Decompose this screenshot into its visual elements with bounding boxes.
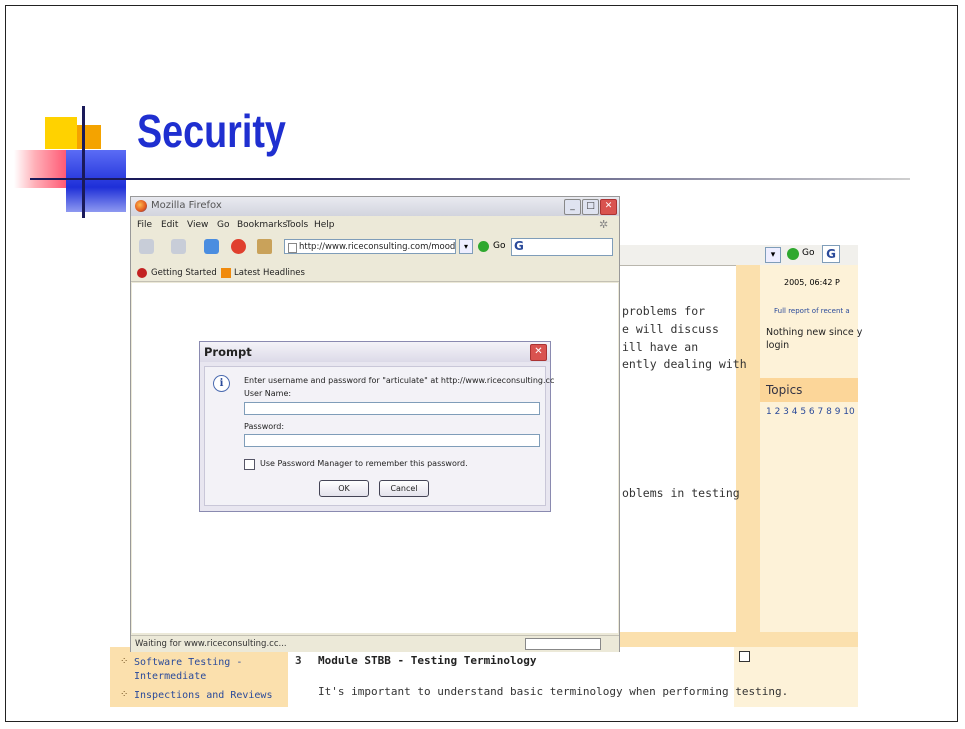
navigation-toolbar: http://www.riceconsulting.com/moodle/r ▾… <box>131 235 619 259</box>
firefox-title-bar[interactable]: Mozilla Firefox _ □ ✕ <box>131 197 619 216</box>
status-bar: Waiting for www.riceconsulting.cc... <box>131 635 619 652</box>
body-line: ill have an <box>622 340 699 354</box>
bookmarks-toolbar: Getting Started Latest Headlines <box>131 265 619 282</box>
menu-help[interactable]: Help <box>314 220 335 230</box>
background-sidebar-text: Full report of recent a Nothing new sinc… <box>760 265 862 633</box>
home-icon[interactable] <box>257 239 272 254</box>
background-search-logo-icon[interactable]: G <box>822 245 840 263</box>
remember-password-label: Use Password Manager to remember this pa… <box>260 459 468 468</box>
close-icon[interactable]: ✕ <box>600 199 617 215</box>
side-full-report-link[interactable]: Full report of recent a <box>774 307 850 315</box>
window-title: Mozilla Firefox <box>151 200 222 211</box>
menu-edit[interactable]: Edit <box>161 220 178 230</box>
progress-bar <box>525 638 601 650</box>
ok-button[interactable]: OK <box>319 480 369 497</box>
module-checkbox[interactable] <box>739 651 750 662</box>
prompt-title: Prompt <box>204 345 252 359</box>
bottom-bar <box>620 632 858 647</box>
side-nothing-new: Nothing new since y <box>766 327 863 338</box>
left-link[interactable]: Inspections and Reviews <box>134 690 272 701</box>
prompt-dialog: Prompt ✕ i Enter username and password f… <box>199 341 554 512</box>
getting-started-icon <box>137 268 147 278</box>
go-icon[interactable] <box>478 241 489 252</box>
body-line: problems for <box>622 304 706 318</box>
password-input[interactable] <box>244 434 540 447</box>
search-engine-logo-icon: G <box>514 239 524 253</box>
side-login: login <box>766 340 790 351</box>
username-input[interactable] <box>244 402 540 415</box>
menu-bar: File Edit View Go Bookmarks Tools Help ✲ <box>131 218 619 234</box>
remember-password-checkbox[interactable] <box>244 459 255 470</box>
background-go-label[interactable]: Go <box>802 248 814 258</box>
topics-numbers[interactable]: 1 2 3 4 5 6 7 8 9 10 <box>766 407 855 417</box>
search-box[interactable]: G <box>511 238 613 256</box>
left-link[interactable]: Software Testing - <box>134 657 242 668</box>
link-bullet-icon: ⁘ <box>120 689 129 700</box>
decor-blue-block <box>66 150 126 212</box>
decor-horizontal-line <box>30 178 910 180</box>
body-line: e will discuss <box>622 322 719 336</box>
decor-pink-block <box>14 150 66 188</box>
bookmark-latest-headlines[interactable]: Latest Headlines <box>234 268 305 278</box>
decor-vertical-line <box>82 106 85 218</box>
menu-bookmarks[interactable]: Bookmarks <box>237 220 287 230</box>
prompt-message: Enter username and password for "articul… <box>244 376 555 385</box>
throbber-icon: ✲ <box>599 218 609 231</box>
prompt-close-icon[interactable]: ✕ <box>530 344 547 361</box>
info-icon: i <box>213 375 230 392</box>
maximize-icon[interactable]: □ <box>582 199 599 215</box>
background-go-icon[interactable] <box>787 248 799 260</box>
left-link[interactable]: Intermediate <box>134 671 206 682</box>
menu-view[interactable]: View <box>187 220 208 230</box>
firefox-logo-icon <box>135 200 147 212</box>
topics-label: Topics <box>766 383 803 397</box>
minimize-icon[interactable]: _ <box>564 199 581 215</box>
menu-go[interactable]: Go <box>217 220 229 230</box>
rss-icon <box>221 268 231 278</box>
prompt-body: i Enter username and password for "artic… <box>204 366 554 506</box>
url-dropdown-icon[interactable]: ▾ <box>459 239 473 254</box>
slide-title: Security <box>137 105 286 157</box>
link-bullet-icon: ⁘ <box>120 656 129 667</box>
background-nav-bar: ▾ Go G <box>600 245 858 266</box>
status-text: Waiting for www.riceconsulting.cc... <box>135 639 287 649</box>
body-line: oblems in testing <box>622 486 740 500</box>
module-number: 3 <box>295 654 302 667</box>
decor-orange-block <box>77 125 101 149</box>
password-label: Password: <box>244 422 285 431</box>
cancel-button[interactable]: Cancel <box>379 480 429 497</box>
page-icon <box>288 243 297 253</box>
decor-yellow-block <box>45 117 77 149</box>
stop-icon[interactable] <box>231 239 246 254</box>
menu-file[interactable]: File <box>137 220 152 230</box>
body-line: ently dealing with <box>622 357 747 371</box>
back-icon[interactable] <box>139 239 154 254</box>
url-text: http://www.riceconsulting.com/moodle/r <box>299 242 456 252</box>
go-label[interactable]: Go <box>493 241 505 251</box>
module-text: It's important to understand basic termi… <box>318 685 789 698</box>
course-right-panel <box>734 647 858 707</box>
background-dropdown-icon[interactable]: ▾ <box>765 247 781 263</box>
topics-header: Topics <box>760 378 858 402</box>
forward-icon[interactable] <box>171 239 186 254</box>
module-title: Module STBB - Testing Terminology <box>318 654 537 667</box>
bookmark-getting-started[interactable]: Getting Started <box>151 268 217 278</box>
reload-icon[interactable] <box>204 239 219 254</box>
username-label: User Name: <box>244 389 292 398</box>
prompt-title-bar[interactable]: Prompt ✕ <box>200 342 550 362</box>
url-bar[interactable]: http://www.riceconsulting.com/moodle/r <box>284 239 456 254</box>
menu-tools[interactable]: Tools <box>286 220 308 230</box>
